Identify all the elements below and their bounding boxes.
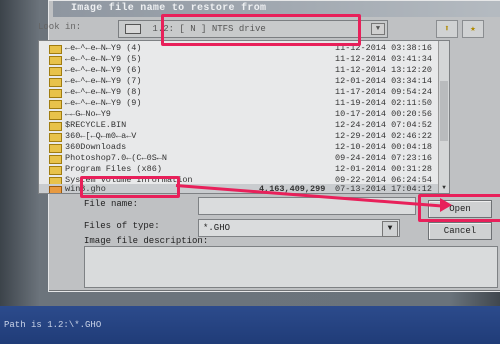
file-name: ←←G←No←Y9 [65, 109, 111, 119]
file-date: 11-12-2014 03:41:34 [335, 54, 432, 64]
up-folder-button[interactable]: ⬆ [436, 20, 458, 38]
chevron-down-icon[interactable]: ▼ [371, 23, 385, 35]
list-item[interactable]: ←e←^←e←N←Y9 (9) 11-19-2014 02:11:50 [39, 98, 449, 109]
file-list[interactable]: ←e←^←e←N←Y9 (4) 11-12-2014 03:38:16 ←e←^… [38, 40, 450, 194]
cancel-button[interactable]: Cancel [428, 222, 492, 240]
path-status-text: Path is 1.2:\*.GHO [4, 320, 102, 330]
file-date: 09-24-2014 07:23:16 [335, 153, 432, 163]
file-name: ←e←^←e←N←Y9 (4) [65, 43, 142, 53]
file-name: 360←[←Q←m0←a←V [65, 131, 137, 141]
file-name: ←e←^←e←N←Y9 (5) [65, 54, 142, 64]
file-name: ←e←^←e←N←Y9 (6) [65, 65, 142, 75]
annotation-highlight-look-in [161, 14, 361, 46]
vertical-scrollbar[interactable]: ▼ [438, 41, 449, 193]
scroll-down-icon[interactable]: ▼ [440, 184, 448, 192]
chevron-down-icon[interactable]: ▼ [382, 221, 398, 237]
file-date: 10-17-2014 00:20:56 [335, 109, 432, 119]
folder-icon [49, 45, 62, 54]
file-name: ←e←^←e←N←Y9 (7) [65, 76, 142, 86]
file-date: 11-12-2014 13:12:20 [335, 65, 432, 75]
folder-icon [49, 111, 62, 120]
folder-icon [49, 155, 62, 164]
file-date: 07-13-2014 17:04:12 [335, 184, 432, 194]
list-item[interactable]: ←e←^←e←N←Y9 (8) 11-17-2014 09:54:24 [39, 87, 449, 98]
file-name: Program Files (x86) [65, 164, 162, 174]
drive-icon [125, 23, 141, 34]
list-item[interactable]: $RECYCLE.BIN 12-24-2014 07:04:52 [39, 120, 449, 131]
file-name: $RECYCLE.BIN [65, 120, 127, 130]
file-date: 12-10-2014 00:04:18 [335, 142, 432, 152]
file-date: 12-29-2014 02:46:22 [335, 131, 432, 141]
folder-icon [49, 133, 62, 142]
list-item[interactable]: Photoshop7.0←(C←0S←N 09-24-2014 07:23:16 [39, 153, 449, 164]
scrollbar-thumb[interactable] [440, 81, 448, 141]
ghost-image-icon [49, 186, 62, 193]
folder-icon [49, 67, 62, 76]
folder-icon [49, 78, 62, 87]
files-of-type-value: *.GHO [203, 223, 231, 233]
new-folder-button[interactable]: ★ [462, 20, 484, 38]
image-description-label: Image file description: [84, 236, 209, 246]
folder-icon [49, 122, 62, 131]
list-item[interactable]: ←e←^←e←N←Y9 (7) 12-01-2014 03:34:14 [39, 76, 449, 87]
files-of-type-select[interactable]: *.GHO ▼ [198, 219, 400, 237]
file-name: ←e←^←e←N←Y9 (9) [65, 98, 142, 108]
file-date: 11-19-2014 02:11:50 [335, 98, 432, 108]
folder-icon [49, 144, 62, 153]
list-item[interactable]: 360←[←Q←m0←a←V 12-29-2014 02:46:22 [39, 131, 449, 142]
file-date: 11-17-2014 09:54:24 [335, 87, 432, 97]
file-name: Photoshop7.0←(C←0S←N [65, 153, 168, 163]
look-in-label: Look in: [38, 22, 82, 32]
annotation-highlight-win8-gho [80, 176, 180, 198]
file-name-label: File name: [84, 199, 139, 209]
list-item[interactable]: 360Downloads 12-10-2014 00:04:18 [39, 142, 449, 153]
list-item[interactable]: ←e←^←e←N←Y9 (5) 11-12-2014 03:41:34 [39, 54, 449, 65]
folder-icon [49, 56, 62, 65]
files-of-type-label: Files of type: [84, 221, 160, 231]
list-item[interactable]: ←e←^←e←N←Y9 (6) 11-12-2014 13:12:20 [39, 65, 449, 76]
annotation-highlight-open [418, 194, 500, 222]
file-date: 12-01-2014 03:34:14 [335, 76, 432, 86]
folder-icon [49, 89, 62, 98]
list-item[interactable]: Program Files (x86) 12-01-2014 00:31:28 [39, 164, 449, 175]
file-date: 12-01-2014 00:31:28 [335, 164, 432, 174]
annotation-arrowhead [440, 198, 452, 212]
file-name: 360Downloads [65, 142, 127, 152]
image-description-field[interactable] [84, 246, 498, 288]
file-date: 12-24-2014 07:04:52 [335, 120, 432, 130]
list-item[interactable]: ←←G←No←Y9 10-17-2014 00:20:56 [39, 109, 449, 120]
folder-icon [49, 100, 62, 109]
folder-icon [49, 166, 62, 175]
file-name: ←e←^←e←N←Y9 (8) [65, 87, 142, 97]
